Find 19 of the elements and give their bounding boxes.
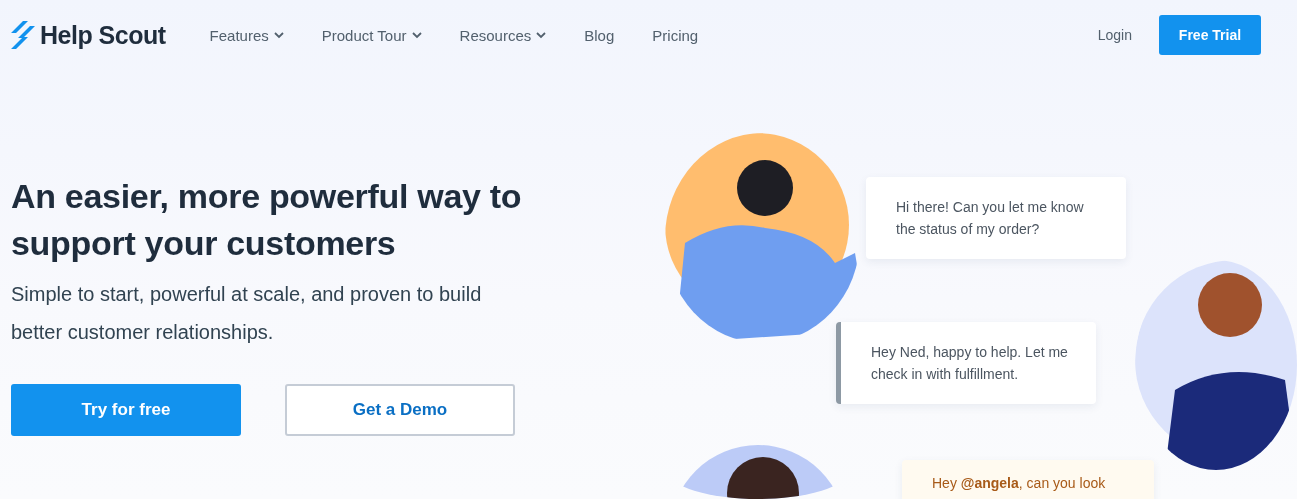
chevron-down-icon (411, 31, 422, 39)
free-trial-button[interactable]: Free Trial (1159, 15, 1261, 55)
login-link[interactable]: Login (1097, 27, 1132, 43)
try-free-button[interactable]: Try for free (11, 384, 241, 436)
nav-link[interactable]: Pricing (652, 26, 699, 44)
chevron-down-icon (536, 31, 547, 39)
nav-link[interactable]: Features (209, 26, 284, 44)
hero-heading: An easier, more powerful way to support your customers (11, 176, 523, 264)
logo-text[interactable]: Help Scout (40, 20, 166, 50)
demo-button[interactable]: Get a Demo (285, 384, 515, 436)
chat-message: Hey Ned, happy to help. Let me check in with fulfillment. (836, 322, 1096, 404)
chat-message: Hey @angela, can you look (902, 460, 1154, 499)
hero-subtitle: Simple to start, powerful at scale, and proven to build better customer relationships. (11, 282, 483, 345)
nav-link[interactable]: Resources (459, 26, 547, 44)
chat-message: Hi there! Can you let me know the status of my order? (866, 177, 1126, 259)
nav-link[interactable]: Product Tour (321, 26, 422, 44)
nav-link[interactable]: Blog (584, 26, 615, 44)
chevron-down-icon (273, 31, 284, 39)
logo-icon (10, 20, 36, 50)
